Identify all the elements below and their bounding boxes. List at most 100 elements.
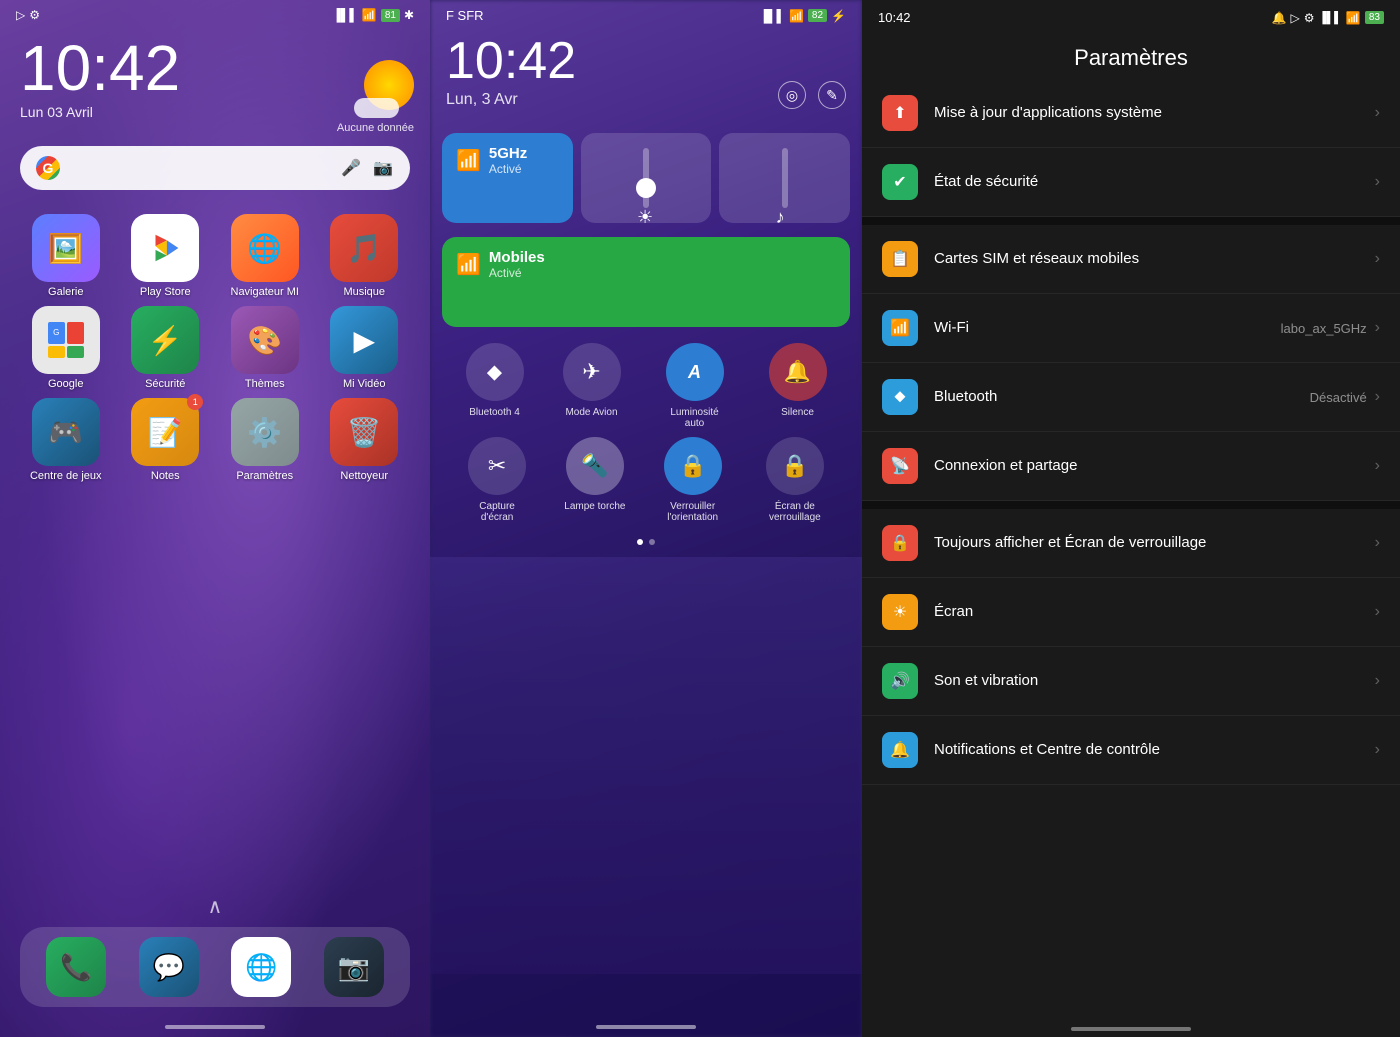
app-item-mi-video[interactable]: ▶ Mi Vidéo — [319, 306, 411, 390]
gear-status-icon: ⚙ — [29, 8, 40, 22]
settings-item-connexion[interactable]: 📡 Connexion et partage › — [862, 432, 1400, 501]
shade-date: Lun, 3 Avr — [446, 91, 576, 121]
mode-avion-circle[interactable]: ✈ Mode Avion — [563, 343, 621, 429]
wifi-settings-icon: 📶 — [890, 318, 910, 338]
quick-tiles-row2: 📶 Mobiles Activé — [430, 233, 862, 331]
app-item-navigateur-mi[interactable]: 🌐 Navigateur MI — [219, 214, 311, 298]
dock-icons-container: 📞 💬 🌐 📷 — [20, 927, 410, 1007]
dock-phone[interactable]: 📞 — [46, 937, 106, 997]
app-item-musique[interactable]: 🎵 Musique — [319, 214, 411, 298]
shade-battery-icon: 82 — [808, 9, 827, 22]
app-item-play-store[interactable]: Play Store — [120, 214, 212, 298]
silence-circle[interactable]: 🔔 Silence — [769, 343, 827, 429]
toujours-afficher-text: Toujours afficher et Écran de verrouilla… — [934, 533, 1367, 553]
navigateur-mi-icon: 🌐 — [231, 214, 299, 282]
app-item-centre-jeux[interactable]: 🎮 Centre de jeux — [20, 398, 112, 482]
mobile-tile[interactable]: 📶 Mobiles Activé — [442, 237, 850, 327]
app-item-themes[interactable]: 🎨 Thèmes — [219, 306, 311, 390]
app-item-google[interactable]: G Google — [20, 306, 112, 390]
notes-icon: 📝 1 — [131, 398, 199, 466]
settings-item-maj-systeme[interactable]: ⬆ Mise à jour d'applications système › — [862, 79, 1400, 148]
mobile-tile-status: Activé — [489, 266, 545, 280]
app-item-notes[interactable]: 📝 1 Notes — [120, 398, 212, 482]
signal-icon: ▐▌▌ — [332, 8, 358, 22]
wifi-tile-status: Activé — [489, 162, 527, 176]
bluetooth-settings-value: Désactivé — [1310, 390, 1367, 405]
bluetooth-settings-icon: ⬥ — [894, 388, 905, 406]
capture-label: Capture d'écran — [462, 501, 532, 523]
home-status-left: ▷ ⚙ — [16, 8, 40, 22]
mode-avion-btn[interactable]: ✈ — [563, 343, 621, 401]
ecran-ve-btn[interactable]: 🔒 — [766, 437, 824, 495]
son-text: Son et vibration — [934, 671, 1367, 691]
mi-video-label: Mi Vidéo — [343, 378, 386, 390]
luminosite-circle[interactable]: A Luminosité auto — [660, 343, 730, 429]
maj-systeme-icon: ⬆ — [893, 103, 906, 123]
securite-settings-icon-box: ✔ — [882, 164, 918, 200]
brightness-slider-tile[interactable]: ☀ — [581, 133, 712, 223]
verrouiller-btn[interactable]: 🔒 — [664, 437, 722, 495]
sim-chevron: › — [1375, 250, 1380, 268]
camera-search-icon[interactable]: 📷 — [372, 157, 394, 179]
parametres-home-icon: ⚙️ — [231, 398, 299, 466]
dock-camera[interactable]: 📷 — [324, 937, 384, 997]
microphone-icon[interactable]: 🎤 — [340, 157, 362, 179]
capture-btn[interactable]: ✂ — [468, 437, 526, 495]
brightness-slider[interactable]: ☀ — [643, 145, 649, 211]
connexion-icon-box: 📡 — [882, 448, 918, 484]
notifications-text: Notifications et Centre de contrôle — [934, 740, 1367, 760]
volume-slider-tile[interactable]: ♪ — [719, 133, 850, 223]
settings-item-bluetooth[interactable]: ⬥ Bluetooth Désactivé › — [862, 363, 1400, 432]
wifi-tile-text: 5GHz Activé — [489, 145, 527, 176]
luminosite-label: Luminosité auto — [660, 407, 730, 429]
settings-item-son[interactable]: 🔊 Son et vibration › — [862, 647, 1400, 716]
search-bar[interactable]: G 🎤 📷 — [20, 146, 410, 190]
dock-messages[interactable]: 💬 — [139, 937, 199, 997]
shade-brightness-icon[interactable]: ◎ — [778, 81, 806, 109]
ecran-ve-circle[interactable]: 🔒 Écran de verrouillage — [760, 437, 830, 523]
volume-slider[interactable]: ♪ — [782, 145, 788, 211]
verrouiller-circle[interactable]: 🔒 Verrouiller l'orientation — [658, 437, 728, 523]
themes-label: Thèmes — [245, 378, 285, 390]
wifi-tile[interactable]: 📶 5GHz Activé — [442, 133, 573, 223]
lampe-btn[interactable]: 🔦 — [566, 437, 624, 495]
settings-item-sim[interactable]: 📋 Cartes SIM et réseaux mobiles › — [862, 225, 1400, 294]
settings-item-securite[interactable]: ✔ État de sécurité › — [862, 148, 1400, 217]
silence-btn[interactable]: 🔔 — [769, 343, 827, 401]
lampe-circle[interactable]: 🔦 Lampe torche — [564, 437, 625, 523]
app-item-nettoyeur[interactable]: 🗑️ Nettoyeur — [319, 398, 411, 482]
luminosite-btn[interactable]: A — [666, 343, 724, 401]
settings-time: 10:42 — [878, 10, 911, 25]
settings-indicator-bar — [1071, 1027, 1191, 1031]
capture-circle[interactable]: ✂ Capture d'écran — [462, 437, 532, 523]
home-status-bar: ▷ ⚙ ▐▌▌ 📶 81 ✱ — [0, 0, 430, 26]
notifications-icon-box: 🔔 — [882, 732, 918, 768]
volume-track: ♪ — [782, 148, 788, 208]
bluetooth-status-icon: ✱ — [404, 8, 414, 22]
play-store-label: Play Store — [140, 286, 191, 298]
shade-edit-icon[interactable]: ✎ — [818, 81, 846, 109]
app-item-galerie[interactable]: 🖼️ Galerie — [20, 214, 112, 298]
settings-item-wifi[interactable]: 📶 Wi-Fi labo_ax_5GHz › — [862, 294, 1400, 363]
toujours-afficher-icon: 🔒 — [890, 533, 910, 553]
bluetooth-circle[interactable]: ⬥ Bluetooth 4 — [466, 343, 524, 429]
dock-chrome[interactable]: 🌐 — [231, 937, 291, 997]
app-item-securite[interactable]: ⚡ Sécurité — [120, 306, 212, 390]
wifi-tile-name: 5GHz — [489, 145, 527, 162]
app-item-parametres[interactable]: ⚙️ Paramètres — [219, 398, 311, 482]
sim-label: Cartes SIM et réseaux mobiles — [934, 249, 1367, 269]
mode-avion-label: Mode Avion — [565, 407, 617, 418]
settings-item-notifications[interactable]: 🔔 Notifications et Centre de contrôle › — [862, 716, 1400, 785]
mobile-tile-name: Mobiles — [489, 249, 545, 266]
parametres-home-label: Paramètres — [236, 470, 293, 482]
musique-label: Musique — [343, 286, 385, 298]
battery-icon: 81 — [381, 9, 400, 22]
google-label: Google — [48, 378, 83, 390]
settings-item-toujours-afficher[interactable]: 🔒 Toujours afficher et Écran de verrouil… — [862, 509, 1400, 578]
settings-status-bar: 10:42 🔔 ▷ ⚙ ▐▌▌ 📶 83 — [862, 0, 1400, 29]
settings-item-ecran[interactable]: ☀ Écran › — [862, 578, 1400, 647]
settings-gear-icon: ⚙ — [1304, 11, 1315, 25]
bluetooth-btn[interactable]: ⬥ — [466, 343, 524, 401]
connexion-icon: 📡 — [890, 456, 910, 476]
settings-battery-icon: 83 — [1365, 11, 1384, 24]
